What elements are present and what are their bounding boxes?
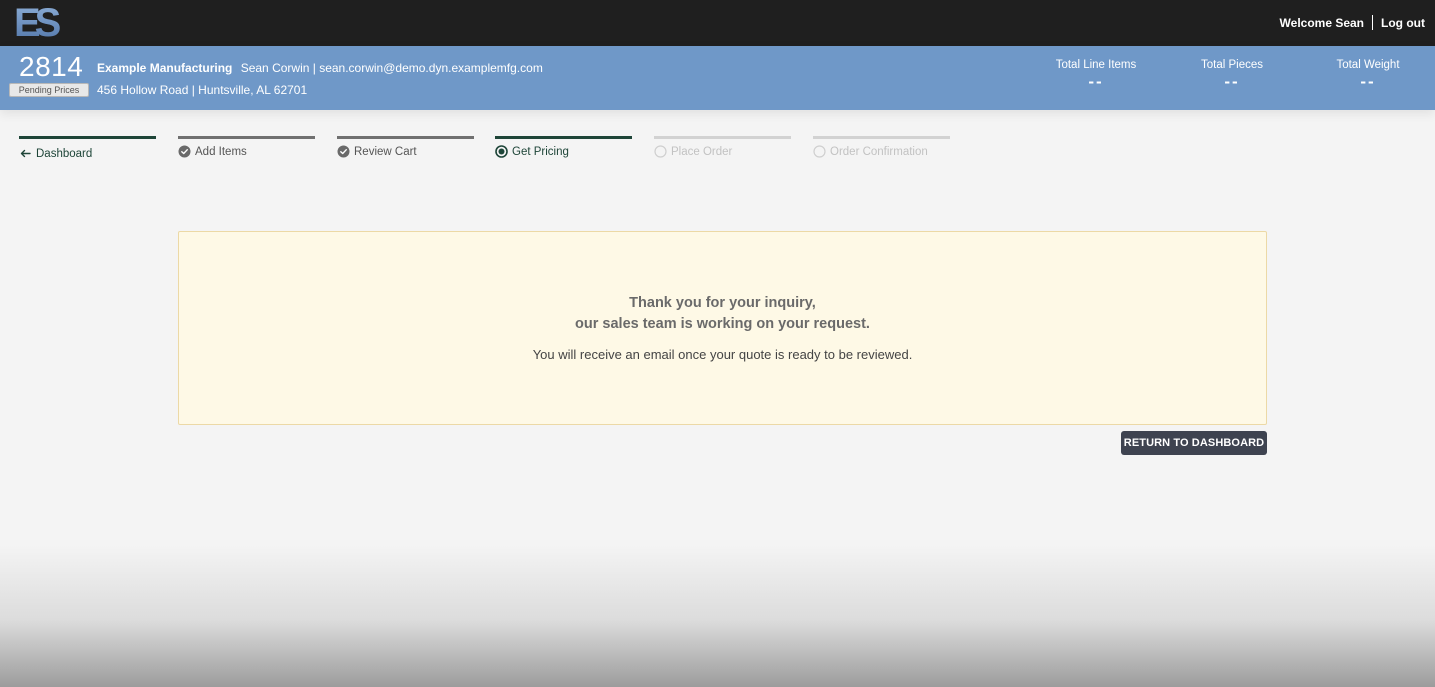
step-get-pricing[interactable]: Get Pricing [495, 136, 632, 158]
logout-link[interactable]: Log out [1381, 16, 1425, 30]
radio-selected-icon [495, 145, 508, 158]
step-bar [19, 136, 156, 139]
step-label: Place Order [671, 145, 733, 158]
top-bar: ES Welcome Sean Log out [0, 0, 1435, 46]
contact-name: Sean Corwin [240, 61, 310, 75]
step-label: Order Confirmation [830, 145, 928, 158]
inquiry-message-panel: Thank you for your inquiry, our sales te… [178, 231, 1267, 425]
step-label: Review Cart [354, 145, 417, 158]
radio-empty-icon [654, 145, 667, 158]
welcome-text: Welcome Sean [1279, 15, 1365, 30]
step-order-confirmation: Order Confirmation [813, 136, 950, 158]
arrow-left-icon [20, 149, 31, 158]
message-heading-line1: Thank you for your inquiry, [629, 295, 816, 311]
company-name: Example Manufacturing [97, 61, 233, 75]
account-header: 2814 Pending Prices Example Manufacturin… [0, 46, 1435, 110]
stat-total-pieces: Total Pieces -- [1177, 59, 1287, 91]
step-bar [654, 136, 791, 139]
stat-label: Total Line Items [1055, 59, 1137, 71]
step-bar [813, 136, 950, 139]
stat-total-weight: Total Weight -- [1313, 59, 1423, 91]
stat-label: Total Weight [1336, 59, 1400, 71]
step-bar [337, 136, 474, 139]
account-contact: Example Manufacturing Sean Corwin | sean… [97, 61, 543, 75]
step-bar [495, 136, 632, 139]
stat-label: Total Pieces [1200, 59, 1263, 71]
radio-empty-icon [813, 145, 826, 158]
logo-text: ES [14, 3, 61, 41]
account-address: 456 Hollow Road | Huntsville, AL 62701 [97, 83, 308, 97]
step-bar [178, 136, 315, 139]
step-review-cart[interactable]: Review Cart [337, 136, 474, 158]
step-dashboard[interactable]: Dashboard [19, 136, 156, 160]
stat-value: -- [1088, 72, 1104, 91]
divider [1372, 15, 1374, 30]
user-menu: Welcome Sean Log out [1280, 15, 1425, 30]
step-label: Get Pricing [512, 145, 569, 158]
stat-value: -- [1360, 72, 1376, 91]
stat-value: -- [1224, 72, 1240, 91]
stat-total-line-items: Total Line Items -- [1041, 59, 1151, 91]
company-logo[interactable]: ES [14, 3, 76, 41]
message-heading-line2: our sales team is working on your reques… [575, 316, 870, 332]
message-subtext: You will receive an email once your quot… [532, 347, 913, 362]
check-circle-icon [178, 145, 191, 158]
step-label: Dashboard [36, 147, 93, 160]
return-to-dashboard-button[interactable]: RETURN TO DASHBOARD [1121, 431, 1267, 455]
step-place-order: Place Order [654, 136, 791, 158]
contact-email: sean.corwin@demo.dyn.examplemfg.com [319, 61, 543, 75]
status-badge: Pending Prices [9, 83, 89, 97]
check-circle-icon [337, 145, 350, 158]
step-add-items[interactable]: Add Items [178, 136, 315, 158]
step-label: Add Items [195, 145, 247, 158]
account-number: 2814 [19, 51, 84, 82]
